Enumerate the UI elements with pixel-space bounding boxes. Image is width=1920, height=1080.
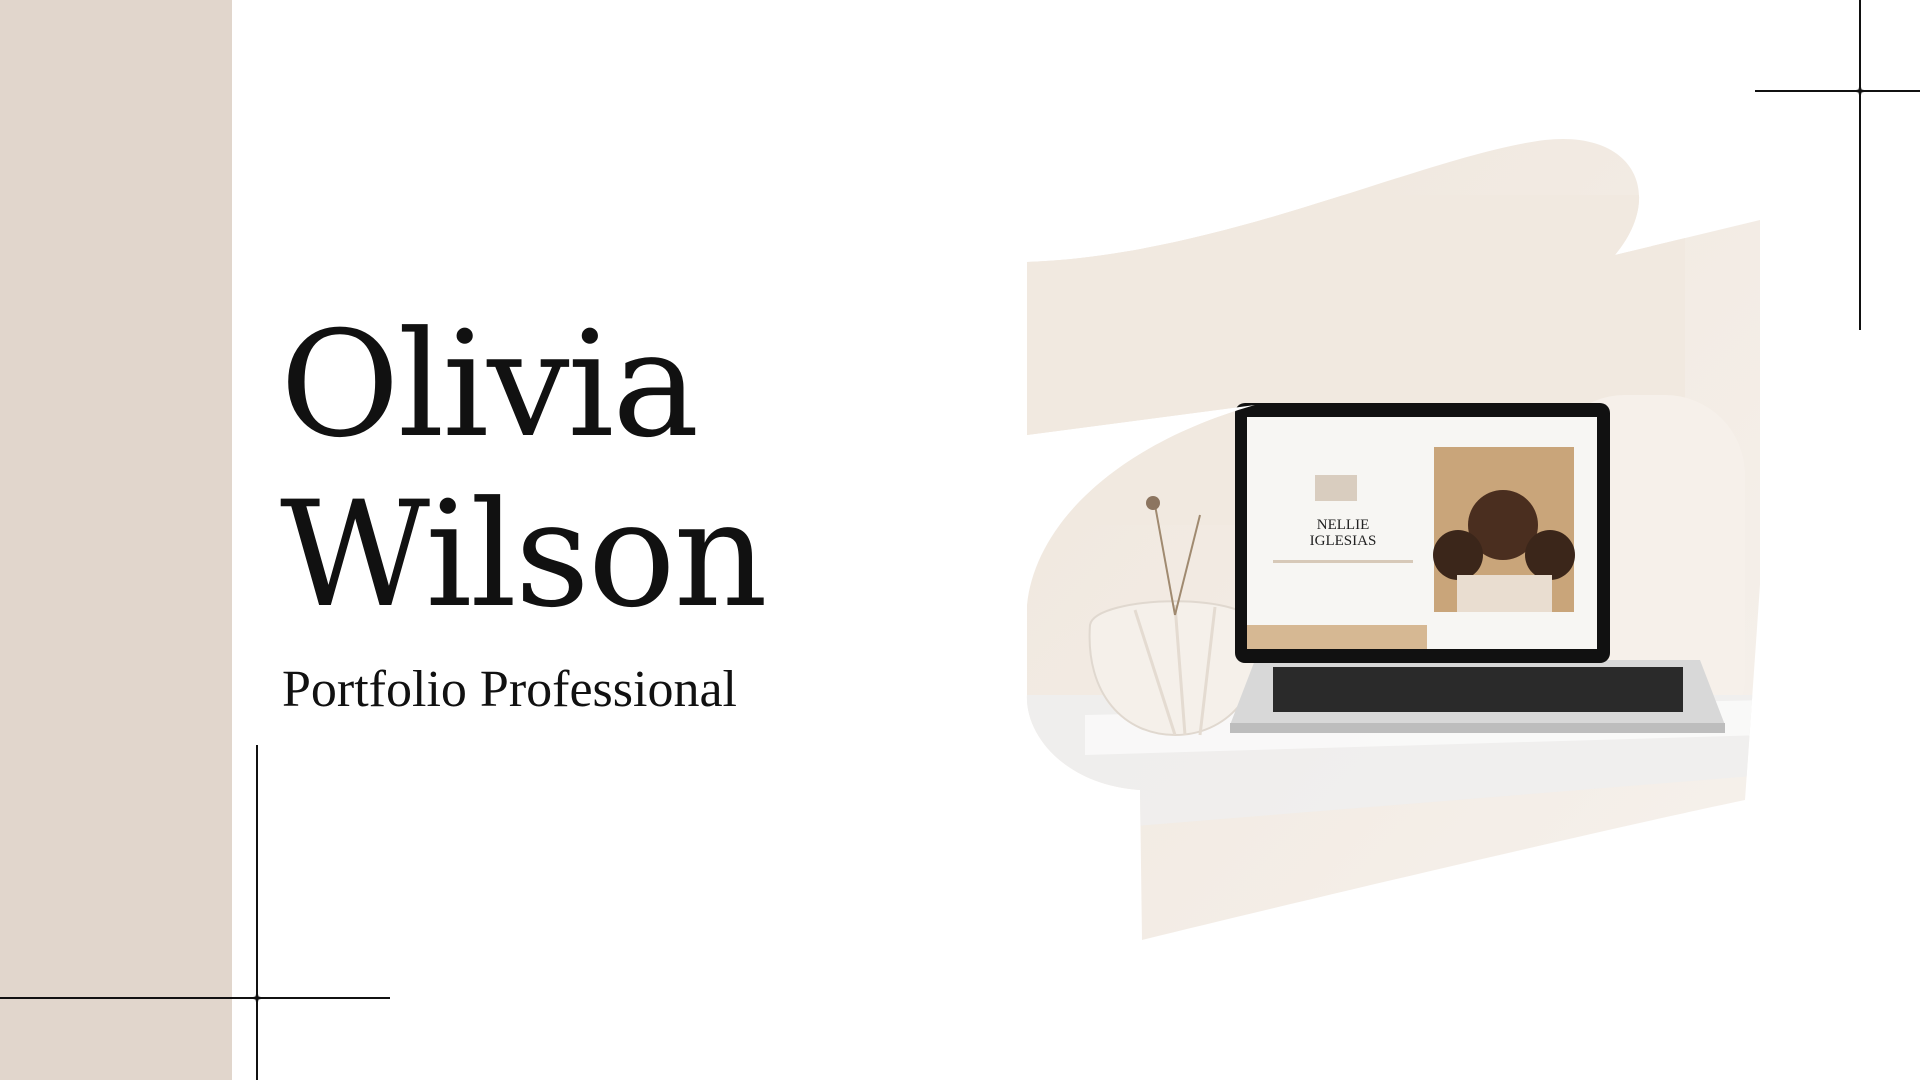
sparkle-icon [248, 989, 266, 1007]
decor-line-vertical-left [256, 745, 258, 1080]
screen-title-line2: IGLESIAS [1310, 533, 1377, 549]
screen-title-line1: NELLIE [1317, 517, 1369, 533]
subtitle: Portfolio Professional [282, 661, 737, 718]
decor-line-horizontal-left [0, 997, 390, 999]
left-accent-panel [0, 0, 232, 1080]
last-name: Wilson [280, 470, 768, 640]
sparkle-icon [1851, 82, 1869, 100]
presenter-name: Olivia Wilson [280, 300, 768, 640]
decor-line-vertical-right [1859, 0, 1861, 330]
decor-line-horizontal-right [1755, 90, 1920, 92]
first-name: Olivia [280, 300, 699, 470]
laptop-photo: NELLIE IGLESIAS [1026, 138, 1761, 941]
